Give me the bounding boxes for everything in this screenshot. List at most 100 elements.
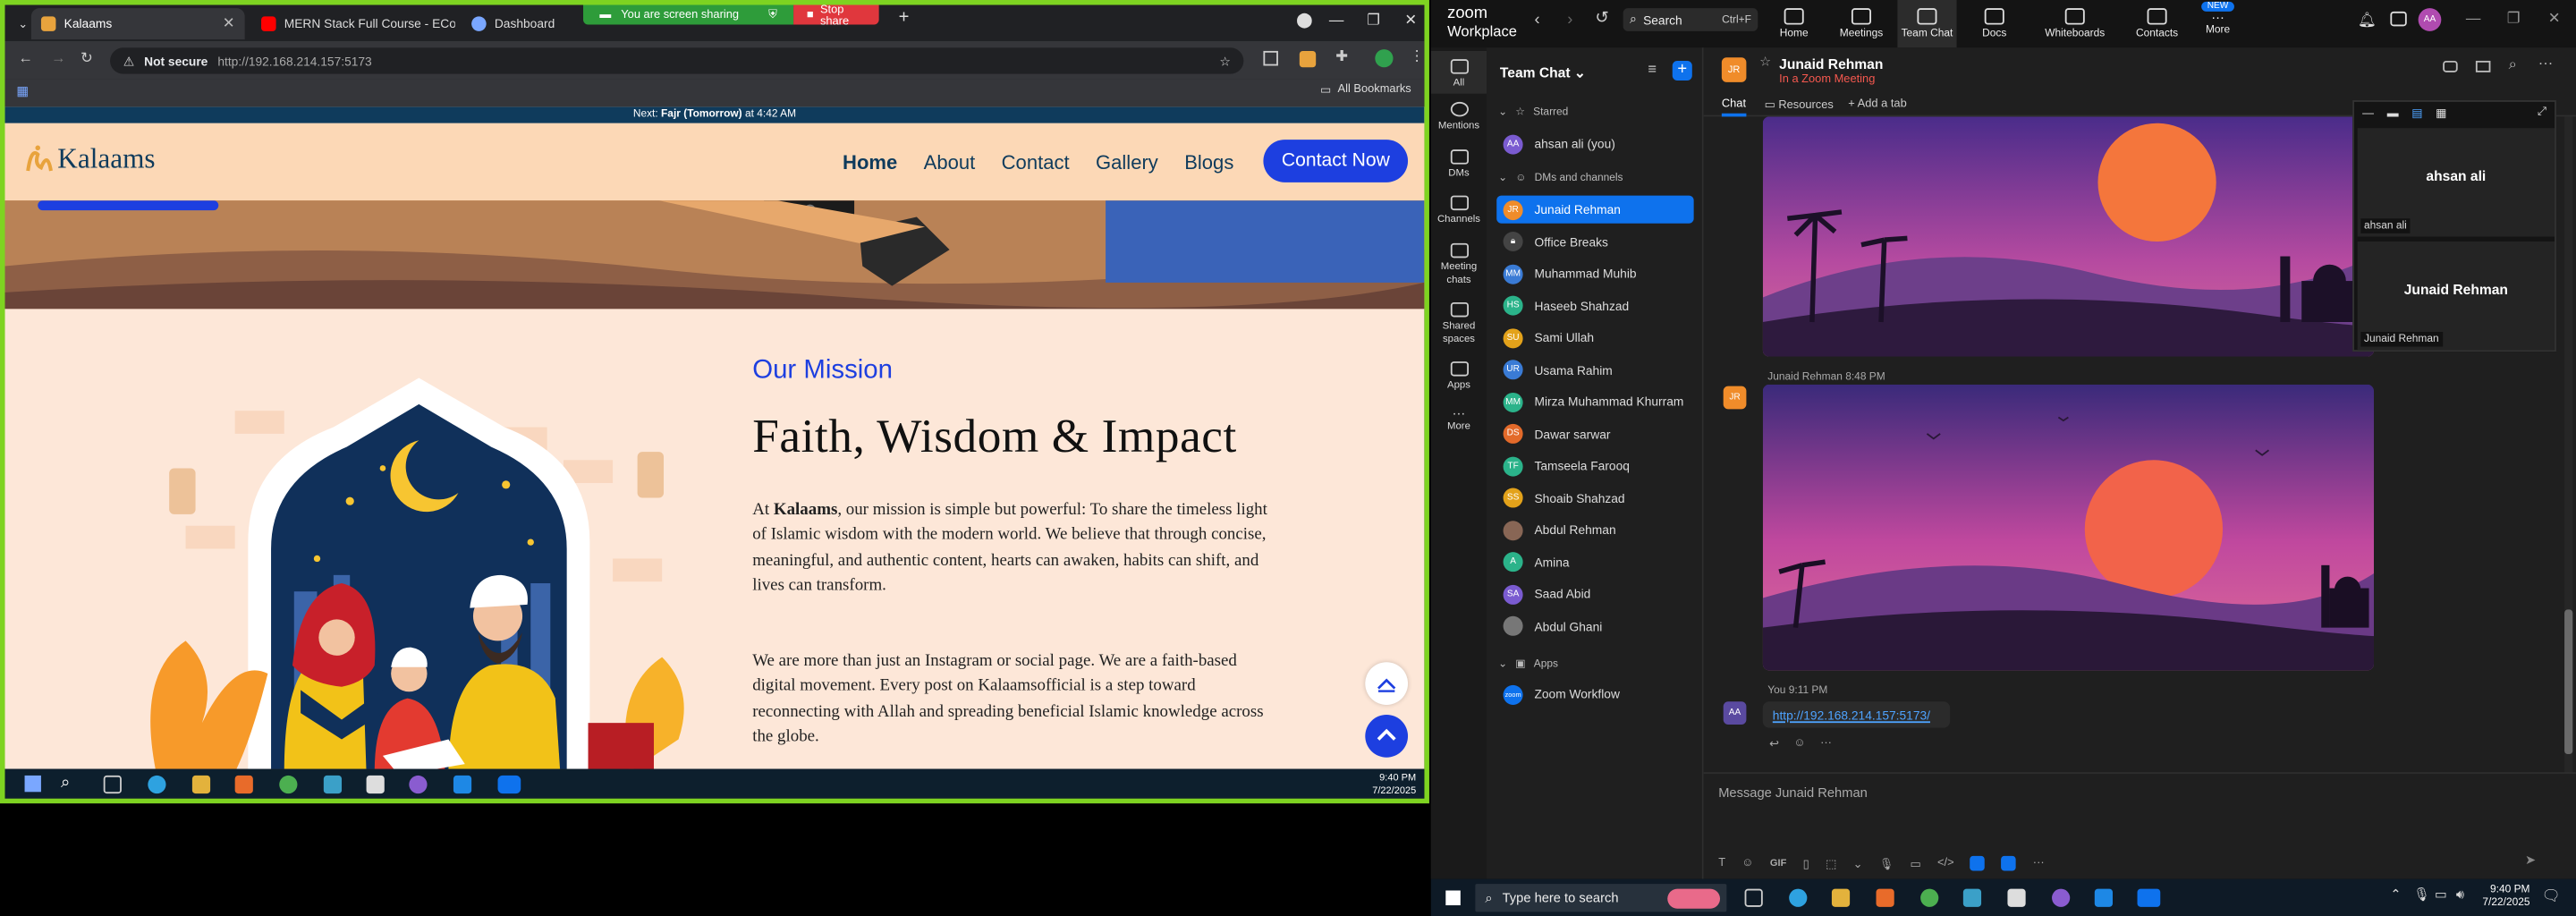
tab-whiteboards[interactable]: Whiteboards bbox=[2038, 0, 2111, 47]
link-message[interactable]: http://192.168.214.157:5173/ bbox=[1762, 701, 1951, 728]
edge-icon[interactable] bbox=[1789, 888, 1808, 907]
maximize-icon[interactable]: ❐ bbox=[1367, 12, 1380, 30]
rail-meeting-chats[interactable]: Meeting chats bbox=[1431, 242, 1487, 286]
forward-icon[interactable]: → bbox=[51, 49, 66, 65]
list-item[interactable]: SS Shoaib Shahzad bbox=[1496, 484, 1693, 512]
rail-apps[interactable]: Apps bbox=[1431, 361, 1487, 392]
emoji-icon[interactable]: ☺ bbox=[1793, 738, 1805, 751]
app-icon[interactable] bbox=[2007, 888, 2026, 907]
windows-start-icon[interactable] bbox=[1445, 890, 1461, 906]
tab-search-icon[interactable]: ⌄ bbox=[8, 8, 28, 39]
tab-meetings[interactable]: Meetings bbox=[1830, 0, 1893, 47]
team-chat-header[interactable]: Team Chat ⌄ bbox=[1500, 64, 1586, 82]
app-icon[interactable] bbox=[2001, 855, 2017, 871]
video-tile[interactable]: Junaid Rehman Junaid Rehman bbox=[2357, 241, 2555, 351]
list-item[interactable]: MM Mirza Muhammad Khurram bbox=[1496, 387, 1693, 415]
screen-share-icon[interactable] bbox=[2475, 60, 2491, 72]
send-icon[interactable]: ➤ bbox=[2525, 852, 2536, 868]
message-input[interactable]: Message Junaid Rehman bbox=[1718, 785, 1868, 801]
notifications-icon[interactable]: 🗨︎ bbox=[2541, 887, 2560, 905]
emoji-icon[interactable]: ☺ bbox=[1741, 858, 1753, 869]
puzzle-icon[interactable]: ✚ bbox=[1335, 47, 1348, 65]
close-icon[interactable]: ✕ bbox=[223, 15, 235, 33]
list-item[interactable]: Abdul Rehman bbox=[1496, 516, 1693, 544]
sunset-image-message[interactable] bbox=[1762, 116, 2375, 357]
site-logo[interactable]: Kalaams bbox=[21, 141, 156, 177]
star-icon[interactable]: ☆ bbox=[1759, 55, 1771, 70]
bookmark-star-icon[interactable]: ☆ bbox=[1219, 54, 1230, 69]
url-input[interactable]: ⚠ Not secure http://192.168.214.157:5173… bbox=[110, 47, 1244, 74]
gallery-view-icon[interactable]: ▦ bbox=[2436, 106, 2446, 120]
message-scrollbar[interactable] bbox=[2564, 116, 2573, 775]
store-icon[interactable] bbox=[1876, 888, 1894, 907]
nav-gallery[interactable]: Gallery bbox=[1096, 151, 1158, 174]
github-icon[interactable] bbox=[409, 775, 428, 794]
zoom-icon[interactable] bbox=[497, 775, 521, 794]
file-explorer-icon[interactable] bbox=[1831, 888, 1851, 907]
menu-kebab-icon[interactable]: ⋮ bbox=[1410, 47, 1425, 65]
windows-search-input[interactable]: ⌕ Type here to search bbox=[1475, 884, 1727, 912]
store-icon[interactable] bbox=[234, 775, 253, 794]
microphone-icon[interactable]: 🎙︎ bbox=[2413, 887, 2430, 903]
list-item[interactable]: A Amina bbox=[1496, 548, 1693, 576]
speaker-view-icon[interactable]: ▤ bbox=[2411, 106, 2422, 120]
scroll-top-outline-button[interactable] bbox=[1365, 662, 1409, 705]
zoom-icon[interactable] bbox=[2137, 888, 2161, 907]
nav-blogs[interactable]: Blogs bbox=[1184, 151, 1233, 174]
rail-shared-spaces[interactable]: Shared spaces bbox=[1431, 301, 1487, 345]
forward-icon[interactable]: › bbox=[1567, 12, 1572, 30]
list-item[interactable]: JR Junaid Rehman bbox=[1496, 195, 1694, 224]
tab-dashboard[interactable]: Dashboard bbox=[462, 8, 577, 39]
extension-icon[interactable] bbox=[1263, 50, 1278, 66]
nav-about[interactable]: About bbox=[924, 151, 976, 174]
tab-home[interactable]: Home bbox=[1767, 0, 1820, 47]
app-icon[interactable] bbox=[323, 775, 343, 794]
user-avatar[interactable]: AA bbox=[2418, 8, 2442, 31]
expand-icon[interactable]: ⤢ bbox=[2538, 106, 2546, 120]
list-item[interactable]: Abdul Ghani bbox=[1496, 612, 1693, 640]
list-item[interactable]: SU Sami Ullah bbox=[1496, 324, 1693, 352]
network-icon[interactable]: ▭ bbox=[2435, 887, 2447, 903]
filter-icon[interactable]: ≡ bbox=[1648, 61, 1657, 77]
file-icon[interactable]: ▯ bbox=[1803, 857, 1809, 870]
search-icon[interactable]: ⌕ bbox=[2509, 55, 2517, 73]
all-bookmarks[interactable]: ▭ All Bookmarks bbox=[1320, 84, 1411, 98]
video-tile[interactable]: ahsan ali ahsan ali bbox=[2357, 128, 2555, 237]
chevron-up-icon[interactable]: ⌃ bbox=[2390, 887, 2401, 903]
single-view-icon[interactable]: ▬ bbox=[2387, 107, 2399, 119]
file-explorer-icon[interactable] bbox=[191, 775, 211, 794]
maximize-icon[interactable]: ❐ bbox=[2507, 10, 2521, 28]
volume-icon[interactable]: 🔊︎ bbox=[2456, 887, 2464, 903]
nav-contact[interactable]: Contact bbox=[1002, 151, 1070, 174]
chevron-down-icon[interactable]: ⌄ bbox=[1853, 857, 1863, 870]
chrome-icon[interactable] bbox=[1920, 888, 1939, 907]
list-item[interactable]: zoom Zoom Workflow bbox=[1496, 680, 1693, 708]
microphone-icon[interactable]: 🎙︎ bbox=[1879, 857, 1894, 870]
list-item[interactable]: SA Saad Abid bbox=[1496, 580, 1693, 607]
section-dms-channels[interactable]: ⌄ ☺ DMs and channels bbox=[1498, 171, 1623, 184]
section-apps[interactable]: ⌄ ▣ Apps bbox=[1498, 657, 1558, 671]
tab-kalaams[interactable]: Kalaams ✕ bbox=[30, 8, 245, 40]
zoom-search-input[interactable]: ⌕ Search Ctrl+F bbox=[1623, 8, 1758, 31]
tab-more[interactable]: NEW ··· More bbox=[2197, 0, 2240, 47]
app-icon[interactable] bbox=[366, 775, 385, 794]
tab-mern-course[interactable]: MERN Stack Full Course - ECom ✕ bbox=[251, 8, 455, 39]
extension-icon[interactable]: ⬤ bbox=[1296, 12, 1313, 30]
minimize-icon[interactable]: — bbox=[1329, 12, 1344, 28]
close-window-icon[interactable]: ✕ bbox=[1404, 12, 1417, 30]
back-icon[interactable]: ← bbox=[18, 49, 33, 65]
tab-add-a-tab[interactable]: + Add a tab bbox=[1848, 98, 1906, 110]
more-icon[interactable]: ··· bbox=[2033, 858, 2045, 869]
nav-home[interactable]: Home bbox=[843, 151, 897, 174]
reply-icon[interactable]: ↩ bbox=[1769, 738, 1779, 751]
chat-contact-name[interactable]: Junaid Rehman bbox=[1779, 55, 1883, 72]
list-item[interactable]: UR Usama Rahim bbox=[1496, 356, 1693, 384]
minimize-icon[interactable]: — bbox=[2362, 107, 2374, 119]
sunset-image-message[interactable] bbox=[1762, 384, 2375, 671]
tab-docs[interactable]: Docs bbox=[1971, 0, 2017, 47]
calendar-icon[interactable] bbox=[2390, 11, 2407, 27]
gif-button[interactable]: GIF bbox=[1770, 859, 1786, 869]
tab-team-chat[interactable]: Team Chat bbox=[1897, 0, 1957, 48]
close-window-icon[interactable]: ✕ bbox=[2548, 10, 2561, 28]
rail-channels[interactable]: Channels bbox=[1431, 195, 1487, 226]
